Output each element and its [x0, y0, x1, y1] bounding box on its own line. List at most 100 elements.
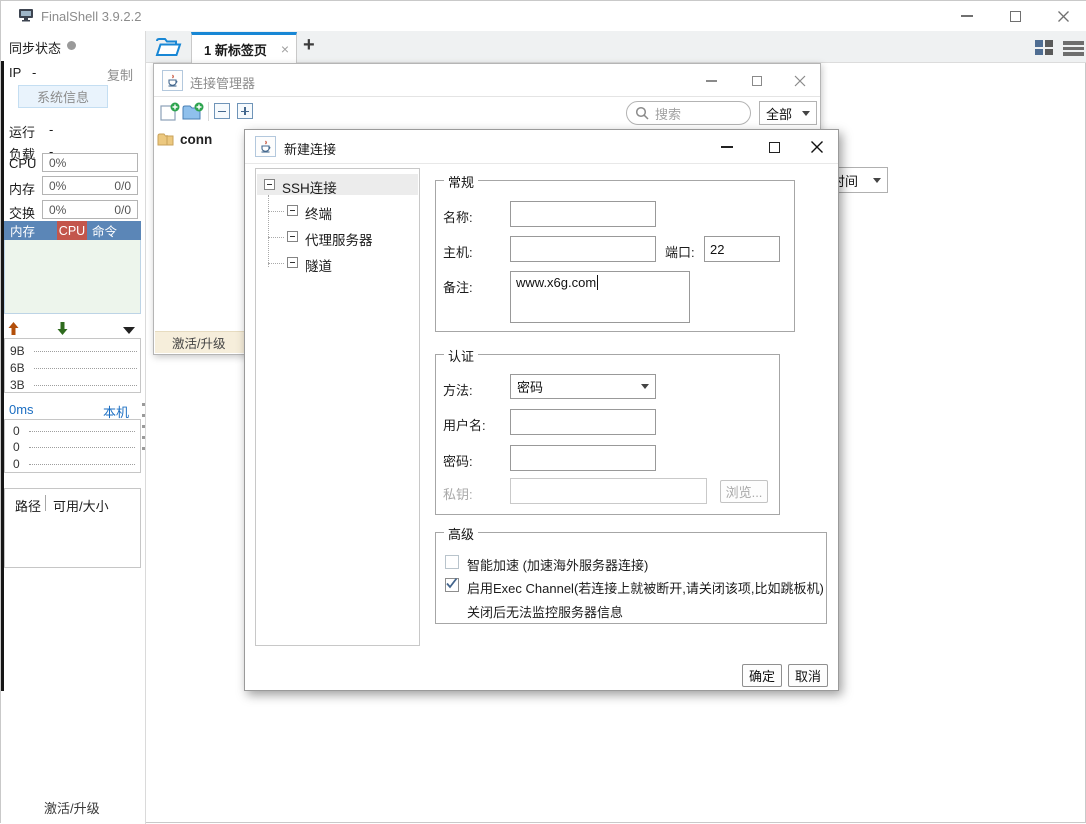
- password-input[interactable]: [510, 445, 656, 471]
- ok-button[interactable]: 确定: [742, 664, 782, 687]
- connection-type-tree: SSH连接 终端 代理服务器 隧道: [255, 168, 420, 646]
- activate-upgrade-link[interactable]: 激活/升级: [44, 798, 100, 817]
- connmgr-minimize-button[interactable]: [697, 69, 725, 93]
- tree-connector: [268, 237, 284, 238]
- maximize-icon: [1010, 11, 1021, 22]
- privkey-input[interactable]: [510, 478, 707, 504]
- toolbar-separator: [208, 102, 209, 121]
- host-input[interactable]: [510, 236, 656, 262]
- collapse-toggle-icon[interactable]: [287, 205, 298, 216]
- gridline: [34, 385, 137, 386]
- swap-usage-field: 0% 0/0: [42, 200, 138, 219]
- close-icon: [1057, 10, 1070, 23]
- tree-item-tunnel[interactable]: 隧道: [284, 252, 414, 273]
- dialog-minimize-button[interactable]: [713, 135, 741, 159]
- chevron-down-icon: [873, 178, 881, 183]
- sidebar-splitter[interactable]: [141, 401, 146, 491]
- chevron-down-icon: [802, 111, 810, 116]
- browse-button[interactable]: 浏览...: [720, 480, 768, 503]
- system-info-label: 系统信息: [37, 87, 89, 106]
- filter-label: 全部: [766, 104, 792, 123]
- system-info-button[interactable]: 系统信息: [18, 85, 108, 108]
- close-button[interactable]: [1049, 4, 1077, 28]
- folder-icon: [157, 132, 174, 147]
- tree-item-ssh[interactable]: SSH连接: [257, 174, 418, 195]
- java-app-icon: [255, 136, 276, 157]
- new-connection-icon[interactable]: [160, 102, 180, 127]
- remark-textarea[interactable]: www.x6g.com: [510, 271, 690, 323]
- collapse-toggle-icon[interactable]: [287, 231, 298, 242]
- chart-menu-icon[interactable]: [123, 327, 135, 334]
- tab-close-icon[interactable]: ×: [281, 41, 289, 57]
- process-col-mem[interactable]: 内存: [4, 221, 57, 240]
- smart-accel-checkbox[interactable]: [445, 555, 459, 569]
- tree-item-terminal[interactable]: 终端: [284, 200, 414, 221]
- tab-new-tab[interactable]: 1 新标签页 ×: [191, 32, 297, 63]
- disk-col-divider: [45, 495, 46, 511]
- expand-all-icon[interactable]: [237, 103, 253, 119]
- activate-banner-label: 激活/升级: [172, 333, 225, 352]
- browse-label: 浏览...: [726, 482, 763, 501]
- ip-label: IP: [9, 65, 21, 80]
- method-dropdown[interactable]: 密码: [510, 374, 656, 399]
- close-icon: [810, 140, 824, 154]
- collapse-toggle-icon[interactable]: [287, 257, 298, 268]
- dialog-close-button[interactable]: [803, 135, 831, 159]
- process-col-cpu[interactable]: CPU: [57, 221, 87, 240]
- dialog-maximize-button[interactable]: [760, 135, 788, 159]
- collapse-toggle-icon[interactable]: [264, 179, 275, 190]
- run-label: 运行: [9, 122, 35, 141]
- minimize-button[interactable]: [953, 4, 981, 28]
- disk-table: 路径 可用/大小: [4, 488, 141, 568]
- ping-latency: 0ms: [9, 402, 34, 417]
- process-col-cmd[interactable]: 命令: [87, 221, 141, 240]
- swap-label: 交换: [9, 203, 35, 222]
- connmgr-maximize-button[interactable]: [743, 69, 771, 93]
- layout-grid-icon[interactable]: [1035, 40, 1053, 55]
- connmgr-close-button[interactable]: [786, 69, 814, 93]
- minimize-icon: [706, 80, 717, 82]
- ping-tick: 0: [13, 440, 25, 454]
- host-label: 主机:: [443, 242, 473, 261]
- advanced-legend: 高级: [444, 524, 478, 543]
- gridline: [29, 464, 135, 465]
- collapse-all-icon[interactable]: [214, 103, 230, 119]
- exec-channel-note: 关闭后无法监控服务器信息: [467, 602, 623, 621]
- exec-channel-checkbox[interactable]: [445, 578, 459, 592]
- menu-icon[interactable]: [1063, 41, 1084, 55]
- username-label: 用户名:: [443, 415, 486, 434]
- disk-col-size[interactable]: 可用/大小: [53, 496, 109, 515]
- mem-percent: 0%: [49, 179, 66, 193]
- new-folder-icon[interactable]: [182, 102, 204, 127]
- dialog-titlebar[interactable]: 新建连接: [245, 130, 838, 164]
- name-input[interactable]: [510, 201, 656, 227]
- search-box[interactable]: 搜索: [626, 101, 751, 125]
- ping-tick: 0: [13, 457, 25, 471]
- new-connection-dialog: 新建连接 SSH连接 终端 代理服务器 隧道: [244, 129, 839, 691]
- cancel-button[interactable]: 取消: [788, 664, 828, 687]
- java-app-icon: [162, 70, 183, 91]
- connmgr-titlebar[interactable]: 连接管理器: [154, 64, 820, 97]
- connmgr-toolbar: 搜索 全部: [154, 98, 820, 127]
- tree-item-proxy[interactable]: 代理服务器: [284, 226, 414, 247]
- filter-dropdown[interactable]: 全部: [759, 101, 817, 125]
- open-sessions-icon[interactable]: [155, 37, 182, 63]
- tree-item-label: SSH连接: [282, 177, 337, 197]
- port-input[interactable]: 22: [704, 236, 780, 262]
- tab-bar: 1 新标签页 × +: [146, 31, 1086, 63]
- port-label: 端口:: [665, 242, 695, 261]
- net-tick: 3B: [10, 378, 30, 392]
- net-tick: 6B: [10, 361, 30, 375]
- tree-item-label: 隧道: [305, 255, 332, 275]
- auth-legend: 认证: [444, 346, 478, 365]
- disk-col-path[interactable]: 路径: [15, 496, 41, 515]
- new-tab-button[interactable]: +: [303, 34, 315, 57]
- tree-connector: [268, 195, 269, 267]
- maximize-icon: [769, 142, 780, 153]
- maximize-button[interactable]: [1001, 4, 1029, 28]
- name-label: 名称:: [443, 207, 473, 226]
- copy-link[interactable]: 复制: [107, 65, 133, 84]
- swap-percent: 0%: [49, 203, 66, 217]
- username-input[interactable]: [510, 409, 656, 435]
- gridline: [34, 351, 137, 352]
